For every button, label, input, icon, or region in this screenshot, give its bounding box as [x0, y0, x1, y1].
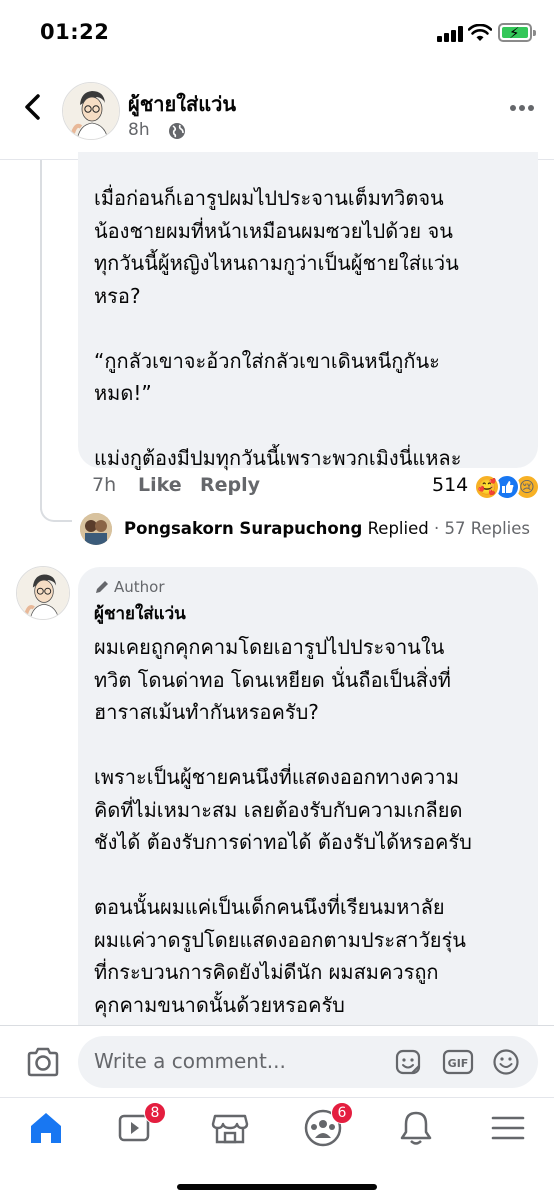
- view-replies-row[interactable]: Pongsakorn Surapuchong Replied · 57 Repl…: [80, 513, 550, 547]
- post-time: 8h: [128, 120, 150, 140]
- sticker-icon[interactable]: [394, 1048, 422, 1076]
- more-options-icon[interactable]: [509, 104, 535, 112]
- home-indicator: [177, 1184, 377, 1190]
- comment-time: 7h: [92, 474, 117, 496]
- reply-button[interactable]: Reply: [200, 474, 260, 496]
- replier-name[interactable]: Pongsakorn Surapuchong: [124, 519, 362, 538]
- comment-bubble[interactable]: เมื่อก่อนก็เอารูปผมไปประจานเต็มทวิตจน น้…: [78, 152, 538, 470]
- post-header: ผู้ชายใส่แว่น 8h: [0, 66, 554, 160]
- battery-icon: ⚡: [498, 23, 536, 42]
- home-icon[interactable]: [26, 1108, 66, 1148]
- comment-composer: Write a comment... GIF: [0, 1025, 554, 1097]
- comment-bubble[interactable]: Author ผู้ชายใส่แว่น ผมเคยถูกคุกคามโดยเอ…: [78, 567, 538, 1037]
- comment-actions: 7h Like Reply 514 🥰 😢: [92, 474, 542, 504]
- groups-tab[interactable]: 6: [303, 1102, 353, 1148]
- status-time: 01:22: [40, 20, 110, 44]
- back-icon[interactable]: [18, 92, 48, 122]
- marketplace-icon[interactable]: [210, 1108, 250, 1148]
- avatar[interactable]: [62, 82, 120, 140]
- reaction-icons[interactable]: 🥰 😢: [474, 474, 546, 500]
- comment-input[interactable]: Write a comment... GIF: [78, 1036, 538, 1088]
- wifi-icon: [468, 24, 492, 41]
- globe-icon: [169, 123, 185, 139]
- gif-label: GIF: [448, 1057, 469, 1070]
- comment-text: ผมเคยถูกคุกคามโดยเอารูปไปประจานใน ทวิต โ…: [94, 635, 472, 1017]
- bell-icon[interactable]: [396, 1108, 436, 1148]
- commenter-avatar[interactable]: [16, 566, 70, 620]
- author-badge-label: Author: [114, 578, 165, 596]
- author-name[interactable]: ผู้ชายใส่แว่น: [128, 88, 236, 120]
- menu-icon[interactable]: [488, 1108, 528, 1148]
- like-button[interactable]: Like: [138, 474, 182, 496]
- watch-tab[interactable]: 8: [116, 1102, 166, 1148]
- emoji-icon[interactable]: [492, 1048, 520, 1076]
- camera-icon[interactable]: [26, 1046, 60, 1078]
- replied-label: Replied: [367, 519, 429, 538]
- care-icon: 🥰: [474, 474, 500, 500]
- groups-badge: 6: [331, 1102, 353, 1124]
- commenter-name[interactable]: ผู้ชายใส่แว่น: [94, 600, 522, 627]
- author-badge: Author: [94, 577, 522, 597]
- thread-connector: [40, 490, 72, 522]
- status-bar: 01:22 ⚡: [0, 0, 554, 66]
- gif-icon[interactable]: GIF: [442, 1048, 474, 1076]
- watch-badge: 8: [144, 1102, 166, 1124]
- tab-bar: 8 6: [0, 1097, 554, 1200]
- thread-line: [40, 160, 42, 510]
- signal-icon: [437, 26, 463, 42]
- comment-text: เมื่อก่อนก็เอารูปผมไปประจานเต็มทวิตจน น้…: [94, 186, 462, 470]
- replies-count[interactable]: 57 Replies: [444, 519, 530, 538]
- replier-avatar: [80, 513, 112, 545]
- pencil-icon: [96, 581, 108, 593]
- reaction-count[interactable]: 514: [432, 474, 468, 496]
- separator: ·: [433, 519, 440, 538]
- comment-placeholder: Write a comment...: [94, 1049, 286, 1073]
